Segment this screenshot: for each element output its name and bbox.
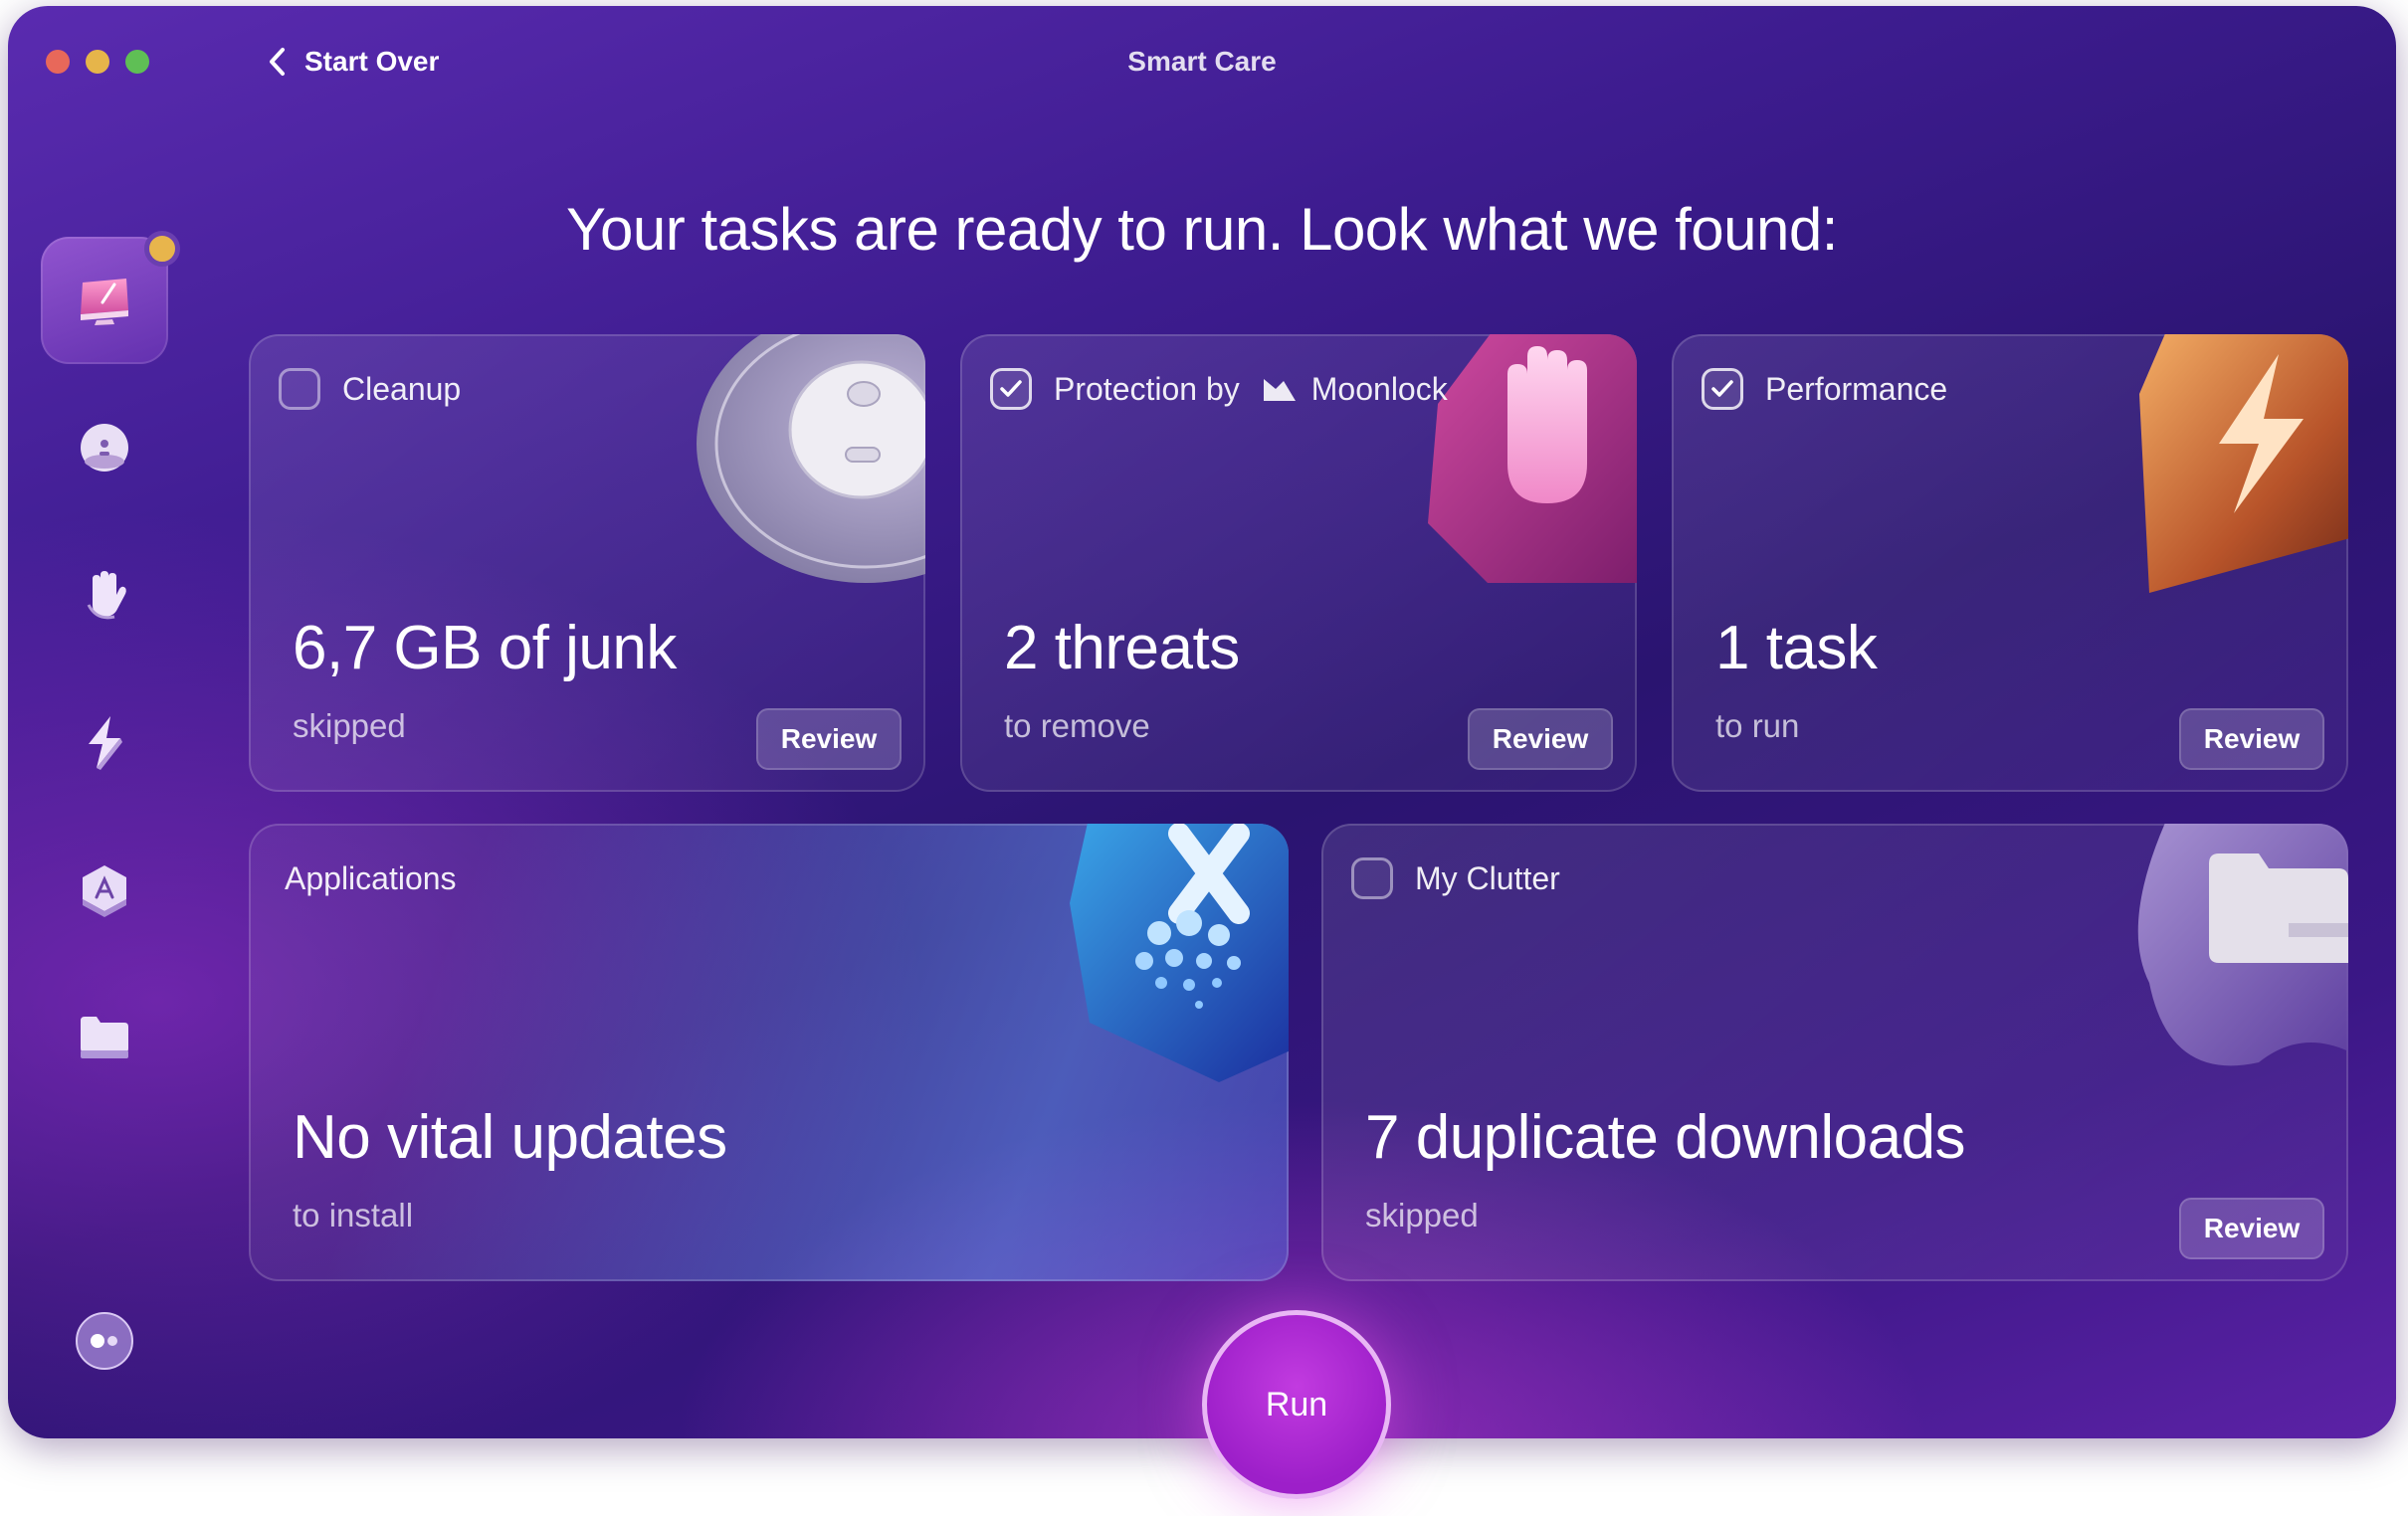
page-heading: Your tasks are ready to run. Look what w… (566, 196, 1838, 263)
sidebar-item-my-clutter[interactable] (41, 973, 168, 1100)
folder-icon (81, 1017, 128, 1058)
cleanup-header: Cleanup (279, 364, 461, 414)
checkmark-icon (1000, 380, 1022, 397)
performance-title: Performance (1765, 370, 1948, 407)
cleanup-subtitle: skipped (293, 707, 406, 744)
protection-review-button[interactable]: Review (1468, 708, 1613, 770)
lightning-icon (89, 716, 122, 770)
disc-icon (81, 424, 128, 472)
protection-title: Protection by (1054, 370, 1240, 407)
my-clutter-checkbox[interactable] (1351, 857, 1393, 899)
lightning-icon (2139, 334, 2348, 593)
checkmark-icon (1711, 380, 1733, 397)
sidebar-item-cleanup[interactable] (41, 384, 168, 511)
cleanup-value: 6,7 GB of junk (293, 614, 677, 682)
window-title: Smart Care (1127, 46, 1277, 77)
folder-icon (2137, 824, 2348, 1066)
performance-checkbox[interactable] (1702, 368, 1743, 410)
assistant-button[interactable] (41, 1277, 168, 1405)
performance-value: 1 task (1715, 614, 1878, 682)
applications-card: Applications No vital updates to install (249, 824, 1289, 1281)
my-clutter-review-button[interactable]: Review (2179, 1198, 2324, 1259)
app-window: Start Over Smart Care Your tasks are rea… (8, 6, 2396, 1438)
protection-value: 2 threats (1004, 614, 1240, 682)
title-bar: Start Over Smart Care (8, 6, 2396, 115)
cleanup-review-button[interactable]: Review (756, 708, 902, 770)
performance-header: Performance (1702, 364, 1947, 414)
assistant-icon (76, 1312, 133, 1370)
performance-review-button[interactable]: Review (2179, 708, 2324, 770)
applications-title: Applications (285, 859, 457, 896)
disc-icon (697, 334, 925, 583)
sidebar-item-protection[interactable] (41, 531, 168, 659)
sidebar-item-performance[interactable] (41, 678, 168, 806)
performance-card: Performance 1 task to run Review (1672, 334, 2348, 792)
my-clutter-card: My Clutter 7 duplicate downloads skipped… (1321, 824, 2348, 1281)
applications-subtitle: to install (293, 1197, 414, 1233)
display-icon (81, 279, 128, 325)
my-clutter-title: My Clutter (1415, 859, 1560, 896)
moonlock-logo-icon (1263, 379, 1296, 401)
protection-checkbox[interactable] (990, 368, 1032, 410)
cleanup-title: Cleanup (342, 370, 462, 407)
apps-icon (83, 865, 126, 917)
applications-value: No vital updates (293, 1103, 727, 1172)
apps-icon (1070, 824, 1289, 1082)
protection-subtitle: to remove (1004, 707, 1150, 744)
sidebar (8, 205, 207, 1438)
protection-card: Protection by Moonlock 2 threats to remo… (960, 334, 1637, 792)
hand-icon (87, 571, 126, 620)
my-clutter-value: 7 duplicate downloads (1365, 1103, 1966, 1172)
run-label: Run (1265, 1385, 1328, 1423)
cleanup-card: Cleanup 6,7 GB of junk skipped Review (249, 334, 925, 792)
my-clutter-subtitle: skipped (1365, 1197, 1479, 1233)
run-button[interactable]: Run (1202, 1310, 1391, 1499)
my-clutter-header: My Clutter (1351, 853, 1560, 903)
protection-header: Protection by Moonlock (990, 364, 1448, 414)
cleanup-checkbox[interactable] (279, 368, 320, 410)
performance-subtitle: to run (1715, 707, 1800, 744)
sidebar-item-applications[interactable] (41, 826, 168, 953)
applications-header: Applications (285, 853, 457, 903)
protection-brand: Moonlock (1310, 370, 1448, 407)
